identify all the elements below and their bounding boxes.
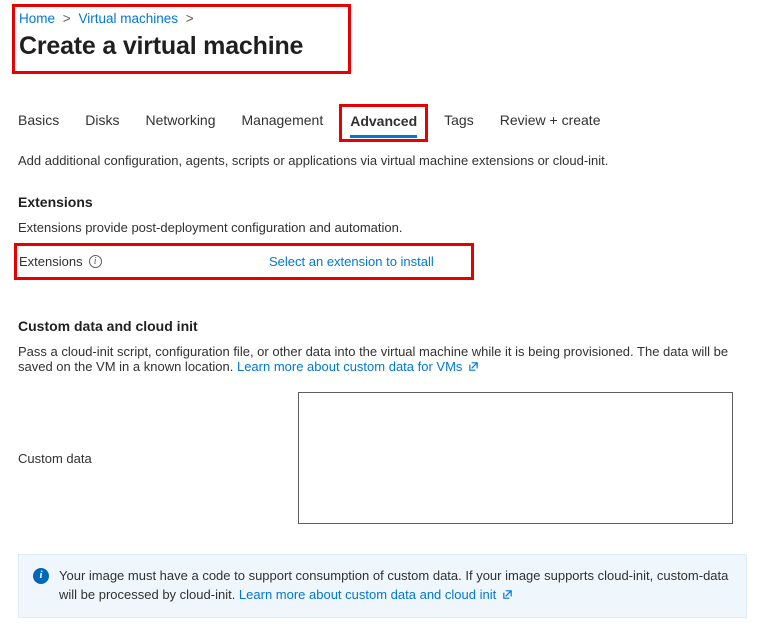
tab-advanced[interactable]: Advanced (350, 109, 417, 138)
page-title: Create a virtual machine (19, 32, 303, 61)
extensions-label-text: Extensions (19, 254, 83, 269)
learn-more-custom-data-vms-link[interactable]: Learn more about custom data for VMs (237, 359, 479, 374)
tab-tags[interactable]: Tags (444, 108, 474, 139)
extensions-field-label: Extensions i (19, 254, 269, 269)
breadcrumb: Home > Virtual machines > (19, 9, 303, 30)
custom-data-heading: Custom data and cloud init (18, 318, 747, 334)
info-box: i Your image must have a code to support… (18, 554, 747, 618)
tab-review-create[interactable]: Review + create (500, 108, 601, 139)
custom-data-row: Custom data (18, 392, 747, 524)
learn-more-cloud-init-text: Learn more about custom data and cloud i… (239, 587, 496, 602)
tab-disks[interactable]: Disks (85, 108, 119, 139)
tab-intro-text: Add additional configuration, agents, sc… (18, 153, 747, 168)
tab-advanced-highlight: Advanced (339, 104, 428, 142)
breadcrumb-home[interactable]: Home (19, 11, 55, 26)
extensions-heading: Extensions (18, 194, 747, 210)
info-icon[interactable]: i (89, 255, 102, 268)
custom-data-label: Custom data (18, 392, 298, 524)
external-link-icon (468, 360, 479, 371)
custom-data-desc: Pass a cloud-init script, configuration … (18, 344, 747, 374)
tab-bar: Basics Disks Networking Management Advan… (18, 108, 747, 139)
info-icon: i (33, 568, 49, 584)
learn-more-link-text: Learn more about custom data for VMs (237, 359, 462, 374)
external-link-icon (502, 587, 513, 598)
breadcrumb-virtual-machines[interactable]: Virtual machines (78, 11, 178, 26)
custom-data-textarea[interactable] (298, 392, 733, 524)
extensions-desc: Extensions provide post-deployment confi… (18, 220, 747, 235)
extensions-row-highlight: Extensions i Select an extension to inst… (14, 243, 474, 280)
chevron-right-icon: > (59, 11, 75, 26)
learn-more-cloud-init-link[interactable]: Learn more about custom data and cloud i… (239, 587, 513, 602)
info-box-text: Your image must have a code to support c… (59, 567, 732, 605)
tab-basics[interactable]: Basics (18, 108, 59, 139)
chevron-right-icon: > (182, 11, 198, 26)
header-highlight: Home > Virtual machines > Create a virtu… (12, 4, 351, 74)
tab-management[interactable]: Management (242, 108, 324, 139)
tab-networking[interactable]: Networking (145, 108, 215, 139)
select-extension-link[interactable]: Select an extension to install (269, 254, 434, 269)
